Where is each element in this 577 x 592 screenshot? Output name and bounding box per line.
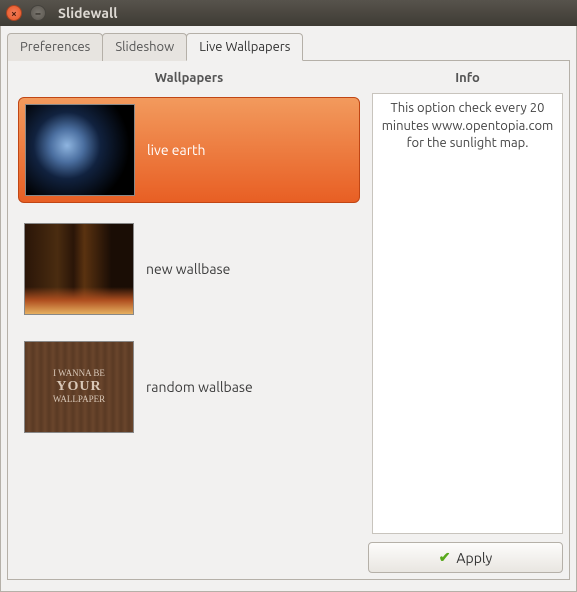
thumb-text: WALLPAPER <box>53 394 105 404</box>
wallpaper-label: live earth <box>147 142 206 158</box>
tab-bar: Preferences Slideshow Live Wallpapers <box>7 32 570 60</box>
info-header: Info <box>372 67 563 93</box>
tab-live-wallpapers[interactable]: Live Wallpapers <box>186 33 303 61</box>
tab-label: Slideshow <box>115 40 174 54</box>
wallpapers-list[interactable]: live earth new wallbase I WANNA BE YOUR … <box>14 93 364 534</box>
info-column: Info This option check every 20 minutes … <box>372 67 563 534</box>
wallpapers-column: Wallpapers live earth new wallbase I WA <box>14 67 364 534</box>
window-body: Preferences Slideshow Live Wallpapers Wa… <box>0 26 577 592</box>
apply-label: Apply <box>456 550 492 566</box>
tab-panel-live-wallpapers: Wallpapers live earth new wallbase I WA <box>7 60 570 580</box>
tab-label: Preferences <box>20 40 90 54</box>
titlebar: × – Slidewall <box>0 0 577 26</box>
close-icon[interactable]: × <box>6 5 22 21</box>
wallpaper-label: new wallbase <box>146 261 230 277</box>
wallpaper-item-new-wallbase[interactable]: new wallbase <box>18 217 360 321</box>
thumb-text: I WANNA BE <box>53 368 105 378</box>
wallpaper-item-random-wallbase[interactable]: I WANNA BE YOUR WALLPAPER random wallbas… <box>18 335 360 439</box>
apply-row: ✔ Apply <box>14 534 563 573</box>
tab-slideshow[interactable]: Slideshow <box>102 33 187 61</box>
wallpapers-header: Wallpapers <box>14 67 364 93</box>
info-text: This option check every 20 minutes www.o… <box>372 93 563 534</box>
tab-label: Live Wallpapers <box>199 40 290 54</box>
window-title: Slidewall <box>58 5 117 21</box>
wallpaper-thumbnail <box>25 104 135 196</box>
check-icon: ✔ <box>439 549 451 566</box>
wallpaper-item-live-earth[interactable]: live earth <box>18 97 360 203</box>
thumb-text: YOUR <box>53 379 105 394</box>
apply-button[interactable]: ✔ Apply <box>368 542 563 573</box>
wallpaper-thumbnail <box>24 223 134 315</box>
columns: Wallpapers live earth new wallbase I WA <box>14 67 563 534</box>
wallpaper-label: random wallbase <box>146 379 253 395</box>
wallpaper-thumbnail: I WANNA BE YOUR WALLPAPER <box>24 341 134 433</box>
tab-preferences[interactable]: Preferences <box>7 33 103 61</box>
minimize-icon[interactable]: – <box>30 5 46 21</box>
